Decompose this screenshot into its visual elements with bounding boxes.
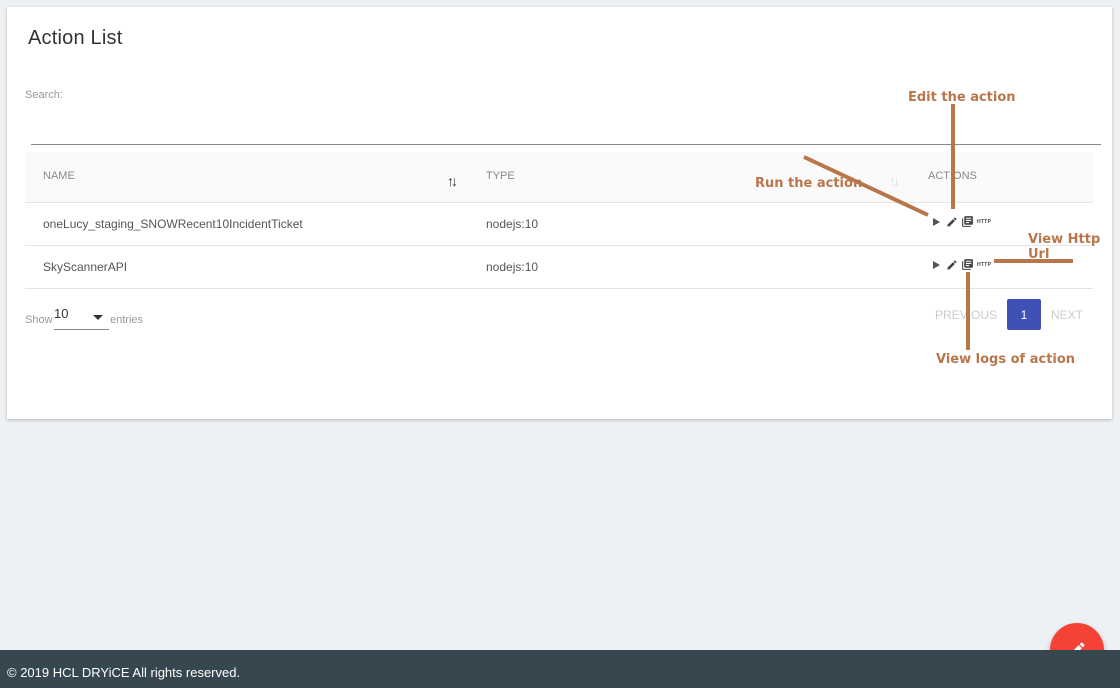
pagination: PREVIOUS 1 NEXT (925, 299, 1093, 330)
entries-select[interactable]: 10 (54, 302, 109, 330)
http-url-button[interactable]: HTTP (977, 219, 991, 225)
edit-button[interactable] (946, 216, 958, 228)
row-actions: HTTP (933, 215, 991, 228)
column-header-actions: ACTIONS (928, 170, 977, 182)
next-button[interactable]: NEXT (1041, 308, 1093, 322)
edit-button[interactable] (946, 259, 958, 271)
table-row: SkyScannerAPI nodejs:10 HTTP (25, 246, 1093, 289)
column-header-name[interactable]: NAME (43, 170, 75, 182)
play-icon (933, 217, 940, 226)
show-label: Show (25, 314, 53, 326)
sort-arrows-icon[interactable]: ↑↓ (889, 173, 900, 189)
edit-annotation: Edit the action (908, 90, 1016, 105)
document-list-icon (962, 216, 973, 227)
action-name-cell: oneLucy_staging_SNOWRecent10IncidentTick… (43, 217, 303, 231)
table-row: oneLucy_staging_SNOWRecent10IncidentTick… (25, 203, 1093, 246)
run-button[interactable] (933, 217, 943, 226)
page-title: Action List (28, 27, 123, 49)
table-footer: Show 10 entries PREVIOUS 1 NEXT (25, 299, 1093, 339)
row-actions: HTTP (933, 258, 991, 271)
http-url-button[interactable]: HTTP (977, 262, 991, 268)
search-input[interactable] (31, 119, 1101, 145)
logs-button[interactable] (961, 258, 974, 271)
copyright-text: © 2019 HCL DRYiCE All rights reserved. (7, 665, 241, 680)
pencil-icon (947, 216, 957, 226)
action-type-cell: nodejs:10 (486, 260, 539, 274)
search-label: Search: (25, 89, 63, 101)
action-type-cell: nodejs:10 (486, 217, 539, 231)
run-annotation: Run the action (755, 176, 863, 191)
document-list-icon (962, 259, 973, 270)
column-header-type[interactable]: TYPE (486, 170, 515, 182)
caret-down-icon (93, 315, 103, 320)
sort-arrows-icon[interactable]: ↑↓ (447, 173, 458, 189)
logs-annotation: View logs of action (936, 352, 1076, 367)
entries-label: entries (110, 314, 144, 326)
entries-value: 10 (54, 306, 69, 321)
actions-table: NAME ↑↓ TYPE ↑↓ ACTIONS oneLucy_staging_… (25, 152, 1093, 289)
play-icon (933, 260, 940, 269)
page-footer: © 2019 HCL DRYiCE All rights reserved. (0, 650, 1120, 688)
table-header: NAME ↑↓ TYPE ↑↓ ACTIONS (25, 152, 1093, 203)
run-button[interactable] (933, 260, 943, 269)
page-button-current[interactable]: 1 (1006, 299, 1041, 330)
pencil-icon (947, 259, 957, 269)
logs-button[interactable] (961, 215, 974, 228)
previous-button[interactable]: PREVIOUS (925, 308, 1007, 322)
action-name-cell: SkyScannerAPI (43, 260, 128, 274)
http-annotation: View Http Url (1028, 232, 1101, 262)
